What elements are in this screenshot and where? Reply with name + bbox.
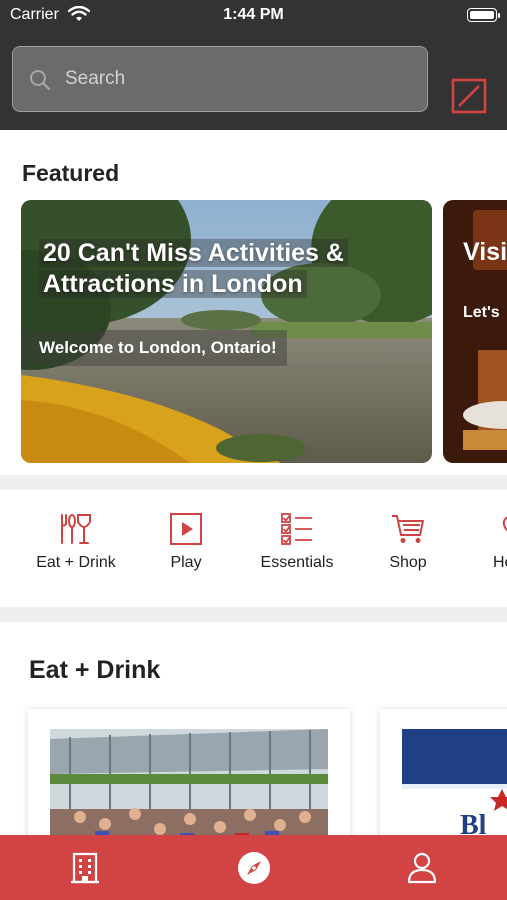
category-label: Eat + Drink <box>36 554 116 571</box>
featured-card[interactable]: Visi Let's <box>443 200 507 463</box>
battery-icon <box>467 8 500 22</box>
category-shop[interactable]: Shop <box>353 512 463 572</box>
featured-title: Featured <box>22 160 120 186</box>
venue-photo: Bl <box>402 729 507 849</box>
fork-wine-icon <box>61 514 91 544</box>
tab-profile[interactable] <box>382 835 462 900</box>
venue-card[interactable]: Bl <box>380 709 507 849</box>
category-label: He <box>493 554 507 571</box>
featured-card-headline: 20 Can't Miss Activities & Attractions i… <box>39 238 419 300</box>
featured-card[interactable]: 20 Can't Miss Activities & Attractions i… <box>21 200 432 463</box>
cart-icon <box>392 515 424 543</box>
app-screen: Carrier 1:44 PM Featured <box>0 0 507 900</box>
category-health[interactable]: He <box>464 512 507 572</box>
building-icon <box>71 852 99 883</box>
person-icon <box>407 852 437 883</box>
category-essentials[interactable]: Essentials <box>242 512 352 572</box>
eat-drink-title: Eat + Drink <box>29 656 161 684</box>
search-bar[interactable] <box>12 46 428 112</box>
category-label: Shop <box>389 554 427 571</box>
status-bar: Carrier 1:44 PM <box>0 0 507 32</box>
heart-icon <box>502 516 507 532</box>
category-label: Essentials <box>260 554 334 571</box>
search-input[interactable] <box>65 47 415 110</box>
venue-photo <box>50 729 328 849</box>
scan-icon[interactable] <box>451 78 487 114</box>
tab-explore[interactable] <box>214 835 294 900</box>
featured-card-subtitle: Welcome to London, Ontario! <box>21 330 287 366</box>
category-eat-drink[interactable]: Eat + Drink <box>21 512 131 572</box>
checklist-icon <box>281 513 312 545</box>
status-time: 1:44 PM <box>223 6 284 23</box>
compass-icon <box>238 851 270 884</box>
play-icon <box>170 513 202 545</box>
category-bar: Eat + Drink Play Essentials Shop H <box>0 490 507 607</box>
featured-card-subtitle: Let's <box>463 304 500 321</box>
featured-card-headline: Visi <box>463 238 507 266</box>
venue-card[interactable] <box>28 709 350 849</box>
category-play[interactable]: Play <box>131 512 241 572</box>
category-label: Play <box>170 554 202 571</box>
search-icon <box>30 70 50 90</box>
header: Carrier 1:44 PM <box>0 0 507 130</box>
tab-bar <box>0 835 507 900</box>
featured-section: Featured 20 Can't Miss Activities & Attr… <box>0 130 507 475</box>
tab-directory[interactable] <box>45 835 125 900</box>
